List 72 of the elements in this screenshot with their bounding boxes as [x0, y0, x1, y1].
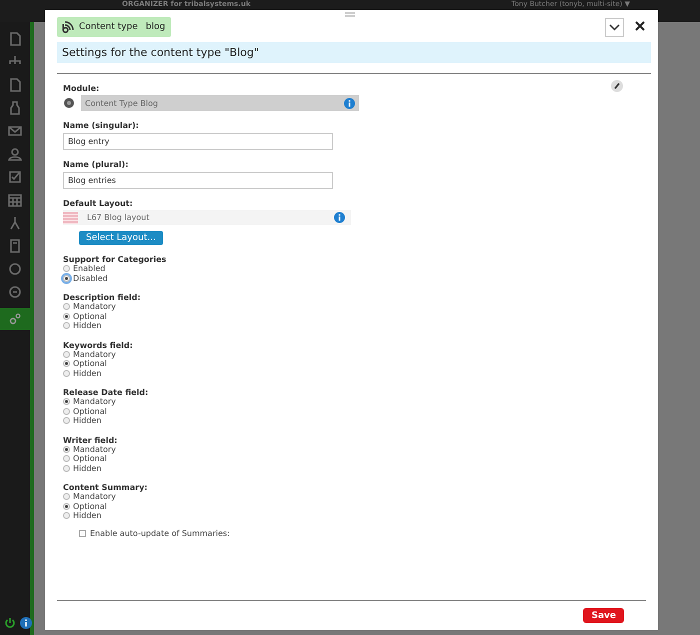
option-label: Optional [73, 454, 107, 464]
option-label: Optional [73, 502, 107, 511]
collapse-button[interactable] [605, 18, 624, 36]
feed-icon [61, 20, 75, 34]
dialog-heading: Settings for the content type "Blog" [57, 42, 651, 63]
group-label: Keywords field: [63, 340, 133, 350]
drag-handle-icon[interactable] [345, 12, 355, 17]
radio-button[interactable] [63, 312, 70, 320]
calendar-icon[interactable] [8, 193, 22, 207]
radio-button[interactable] [63, 360, 70, 368]
radio-button[interactable] [63, 370, 70, 377]
document-icon[interactable] [8, 239, 22, 253]
option-label: Hidden [73, 511, 102, 520]
option-label: Hidden [73, 321, 102, 330]
option-label: Optional [73, 406, 107, 416]
field-label: Name (singular): [63, 121, 139, 130]
group-label: Description field: [63, 293, 141, 302]
option-label: Mandatory [73, 492, 116, 502]
document-icon[interactable] [8, 32, 22, 46]
group-label: Content Summary: [63, 483, 148, 492]
radio-button[interactable] [63, 303, 70, 310]
layout-thumbnail-icon [63, 212, 78, 224]
checkbox-icon[interactable] [8, 170, 22, 184]
field-label: Module: [63, 84, 100, 93]
field-label: Default Layout: [63, 199, 133, 208]
option-label: Hidden [73, 464, 102, 473]
option-label: Mandatory [73, 397, 116, 406]
radio-button[interactable] [63, 464, 70, 472]
radio-button[interactable] [63, 265, 70, 272]
group-label: Release Date field: [63, 388, 148, 397]
group-label: Writer field: [63, 436, 118, 444]
gears-icon[interactable] [8, 312, 22, 326]
radio-button[interactable] [63, 493, 70, 500]
radio-button[interactable] [63, 350, 70, 358]
document-icon[interactable] [8, 78, 22, 92]
radio-button[interactable] [63, 398, 70, 406]
group-label: Support for Categories [63, 255, 166, 264]
option-label: Enabled [73, 264, 106, 274]
chevron-icon [609, 24, 620, 30]
select-layout-button[interactable]: Select Layout... [79, 231, 163, 245]
person-icon[interactable] [8, 147, 22, 161]
figure-icon[interactable] [8, 216, 22, 230]
layout-name: L67 Blog layout [87, 213, 150, 222]
radio-button[interactable] [63, 417, 70, 424]
checkbox-label: Enable auto-update of Summaries: [90, 528, 230, 538]
option-label: Mandatory [73, 302, 116, 312]
text-field[interactable]: Blog entries [63, 172, 333, 189]
radio-button[interactable] [63, 274, 70, 282]
option-label: Mandatory [73, 444, 116, 454]
radio-button[interactable] [63, 408, 70, 415]
option-label: Hidden [73, 416, 102, 426]
radio-button[interactable] [63, 502, 70, 510]
envelope-icon[interactable] [8, 124, 22, 138]
close-icon[interactable] [635, 21, 647, 33]
save-button[interactable]: Save [583, 608, 624, 623]
option-label: Optional [73, 359, 107, 368]
pencil-icon[interactable] [611, 80, 623, 92]
radio-button[interactable] [63, 446, 70, 453]
checkbox[interactable] [79, 530, 86, 536]
power-icon[interactable] [4, 617, 16, 629]
option-label: Optional [73, 312, 107, 321]
info-icon[interactable] [20, 617, 32, 629]
option-label: Hidden [73, 368, 102, 378]
radio-button[interactable] [63, 455, 70, 462]
option-label: Mandatory [73, 350, 116, 359]
bottle-icon[interactable] [8, 101, 22, 115]
content-type-tag: Content type blog [57, 17, 172, 37]
option-label: Disabled [73, 274, 108, 283]
radio-button[interactable] [63, 512, 70, 520]
radio-button[interactable] [63, 322, 70, 330]
field-label: Name (plural): [63, 160, 128, 169]
text-field[interactable]: Blog entry [63, 133, 333, 150]
